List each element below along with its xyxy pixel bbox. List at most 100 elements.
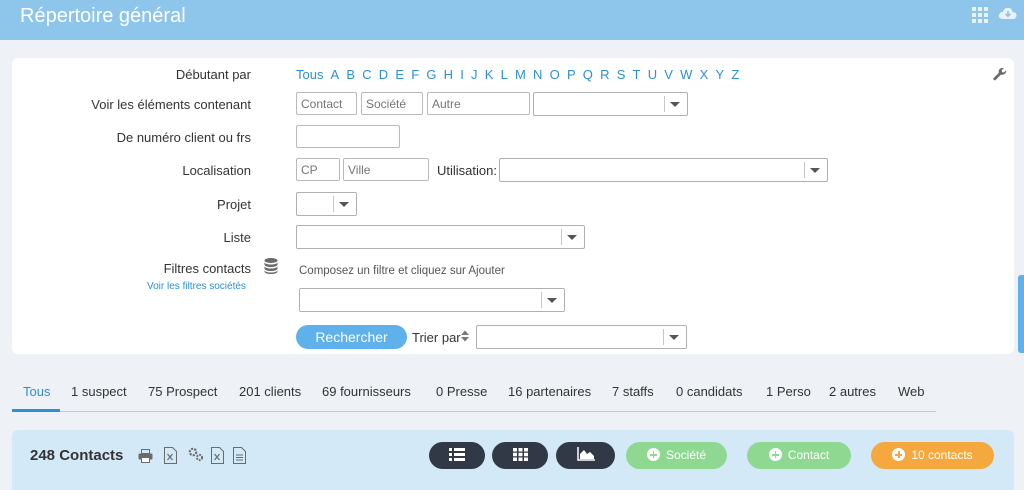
letter-filter-q[interactable]: Q (583, 67, 593, 82)
list-select[interactable] (296, 225, 585, 249)
letter-filter-d[interactable]: D (379, 67, 388, 82)
alphabet-filter: Tous A B C D E F G H I J K L M N O P Q R S T U V W X Y Z (296, 67, 746, 82)
filter-hint: Composez un filtre et cliquez sur Ajoute… (299, 265, 505, 277)
letter-filter-i[interactable]: I (460, 67, 464, 82)
add-contact-label: Contact (787, 448, 830, 462)
contains-select[interactable] (533, 92, 688, 116)
tab-suspect[interactable]: 1 suspect (71, 384, 127, 399)
project-label: Projet (217, 197, 251, 212)
tab-presse[interactable]: 0 Presse (436, 384, 487, 399)
area-chart-icon (576, 447, 595, 461)
chart-view-button[interactable] (556, 442, 615, 469)
company-filters-link[interactable]: Voir les filtres sociétés (147, 281, 246, 292)
tab-perso[interactable]: 1 Perso (766, 384, 811, 399)
letter-filter-a[interactable]: A (330, 67, 339, 82)
print-icon[interactable] (138, 449, 153, 466)
selection-contacts-label: 10 contacts (911, 448, 973, 462)
usage-label: Utilisation: (437, 163, 497, 178)
ville-input[interactable] (343, 158, 429, 181)
autre-input[interactable] (427, 92, 530, 115)
sort-label: Trier par (412, 330, 461, 345)
letter-filter-z[interactable]: Z (731, 67, 739, 82)
excel-export-icon[interactable] (211, 447, 224, 467)
grid-apps-icon[interactable] (972, 7, 990, 25)
letter-filter-j[interactable]: J (471, 67, 478, 82)
project-select[interactable] (296, 192, 357, 216)
wrench-icon[interactable] (991, 66, 1007, 85)
usage-select[interactable] (499, 158, 828, 182)
tab-staffs[interactable]: 7 staffs (612, 384, 654, 399)
letter-filter-p[interactable]: P (567, 67, 576, 82)
client-number-input[interactable] (296, 125, 400, 148)
grid-view-button[interactable] (492, 442, 548, 469)
letter-filter-l[interactable]: L (501, 67, 508, 82)
cp-input[interactable] (296, 158, 340, 181)
chevron-down-icon (339, 202, 349, 207)
starting-with-label: Débutant par (175, 67, 251, 82)
tab-clients[interactable]: 201 clients (239, 384, 301, 399)
letter-filter-c[interactable]: C (362, 67, 371, 82)
contact-count: 248 Contacts (30, 447, 124, 464)
letter-filter-tous[interactable]: Tous (296, 67, 323, 82)
tab-candidats[interactable]: 0 candidats (676, 384, 743, 399)
tab-tous[interactable]: Tous (23, 384, 50, 399)
chevron-down-icon (810, 168, 820, 173)
tab-autres[interactable]: 2 autres (829, 384, 876, 399)
top-bar: Répertoire général (0, 0, 1024, 40)
contact-input[interactable] (296, 92, 357, 115)
chevron-down-icon (547, 298, 557, 303)
page-title: Répertoire général (20, 5, 186, 27)
add-company-button[interactable]: Société (626, 442, 727, 469)
letter-filter-o[interactable]: O (550, 67, 560, 82)
tab-prospect[interactable]: 75 Prospect (148, 384, 217, 399)
letter-filter-b[interactable]: B (346, 67, 355, 82)
tab-web[interactable]: Web (898, 384, 925, 399)
letter-filter-f[interactable]: F (411, 67, 419, 82)
letter-filter-k[interactable]: K (485, 67, 494, 82)
database-icon[interactable] (264, 258, 278, 277)
plus-circle-icon (646, 448, 660, 461)
societe-input[interactable] (361, 92, 423, 115)
document-icon[interactable] (233, 447, 246, 467)
letter-filter-y[interactable]: Y (715, 67, 724, 82)
search-button[interactable]: Rechercher (296, 325, 407, 349)
letter-filter-t[interactable]: T (633, 67, 641, 82)
sort-select[interactable] (476, 325, 687, 349)
scrollbar-handle[interactable] (1018, 275, 1024, 353)
letter-filter-n[interactable]: N (533, 67, 542, 82)
letter-filter-s[interactable]: S (617, 67, 626, 82)
letter-filter-w[interactable]: W (680, 67, 692, 82)
cloud-download-icon[interactable] (998, 5, 1017, 23)
tab-partenaires[interactable]: 16 partenaires (508, 384, 591, 399)
list-view-button[interactable] (429, 442, 485, 469)
list-icon (449, 448, 465, 461)
chevron-down-icon (670, 102, 680, 107)
letter-filter-g[interactable]: G (426, 67, 436, 82)
chevron-down-icon (669, 335, 679, 340)
letter-filter-m[interactable]: M (515, 67, 526, 82)
letter-filter-e[interactable]: E (395, 67, 404, 82)
letter-filter-v[interactable]: V (664, 67, 673, 82)
contact-filters-label: Filtres contacts (163, 261, 251, 276)
letter-filter-u[interactable]: U (648, 67, 657, 82)
grid-icon (512, 448, 528, 461)
chevron-down-icon (567, 235, 577, 240)
location-label: Localisation (182, 163, 251, 178)
sort-icon (460, 329, 470, 346)
active-tab-indicator (12, 409, 60, 412)
letter-filter-r[interactable]: R (600, 67, 609, 82)
settings-gears-icon[interactable] (188, 447, 204, 465)
tab-fournisseurs[interactable]: 69 fournisseurs (322, 384, 411, 399)
selection-contacts-button[interactable]: 10 contacts (871, 442, 994, 469)
excel-file-icon[interactable] (164, 447, 177, 467)
add-company-label: Société (665, 448, 707, 462)
filter-select[interactable] (299, 288, 565, 312)
letter-filter-h[interactable]: H (444, 67, 453, 82)
add-contact-button[interactable]: Contact (747, 442, 851, 469)
plus-circle-icon (892, 448, 906, 461)
list-label: Liste (223, 230, 251, 245)
contains-label: Voir les éléments contenant (91, 97, 251, 112)
client-number-label: De numéro client ou frs (116, 130, 251, 145)
plus-circle-icon (768, 448, 782, 461)
letter-filter-x[interactable]: X (700, 67, 709, 82)
